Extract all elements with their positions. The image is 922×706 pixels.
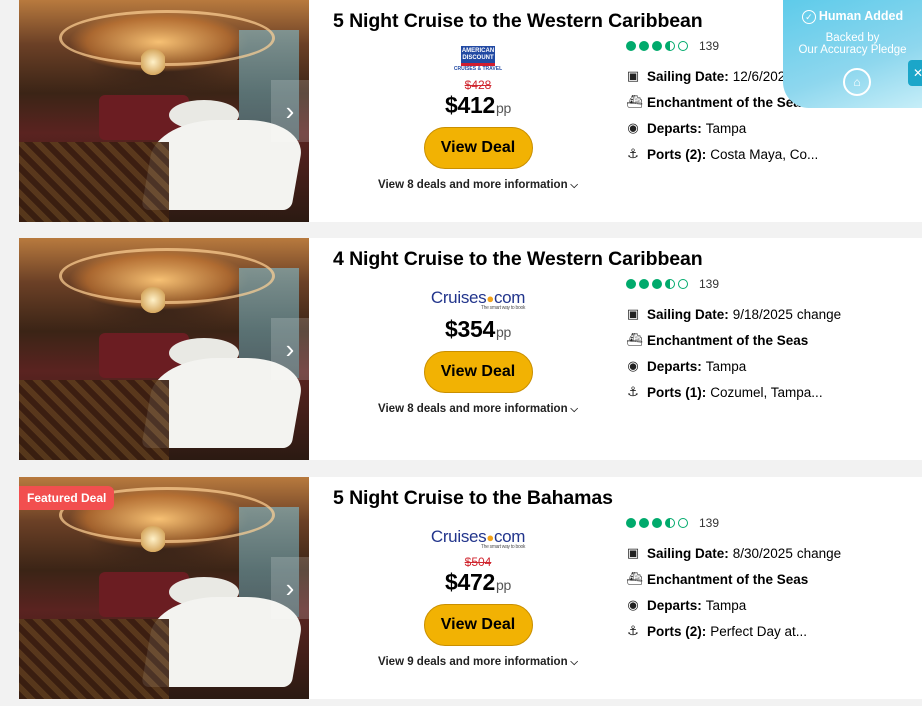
price: $354pp xyxy=(445,316,511,342)
anchor-icon: ⚓ xyxy=(627,384,639,399)
more-info-link[interactable]: View 8 deals and more information ⌵ xyxy=(369,403,587,415)
cruise-photo[interactable]: › Featured Deal xyxy=(19,477,309,699)
departs-row: ◉ Departs: Tampa xyxy=(627,120,747,136)
price: $472pp xyxy=(445,569,511,595)
location-pin-icon: ◉ xyxy=(627,597,639,612)
location-pin-icon: ◉ xyxy=(627,120,639,135)
departs-row: ◉ Departs: Tampa xyxy=(627,358,747,374)
cruise-photo[interactable]: › xyxy=(19,0,309,222)
chevron-down-icon: ⌵ xyxy=(567,404,578,415)
cruise-title[interactable]: 5 Night Cruise to the Western Caribbean xyxy=(333,10,703,33)
provider-logo: AMERICAN DISCOUNT CRUISES & TRAVEL xyxy=(453,46,503,72)
seal-icon: ⌂ xyxy=(843,68,871,96)
old-price: $428 xyxy=(464,78,492,92)
chevron-down-icon: ⌵ xyxy=(567,180,578,191)
price: $412pp xyxy=(445,92,511,118)
view-deal-button[interactable]: View Deal xyxy=(423,127,533,169)
featured-deal-badge: Featured Deal xyxy=(19,486,115,510)
more-info-link[interactable]: View 8 deals and more information ⌵ xyxy=(369,179,587,191)
more-info-link[interactable]: View 9 deals and more information ⌵ xyxy=(369,656,587,668)
ship-icon: ⛴ xyxy=(626,571,643,586)
calendar-icon: ▣ xyxy=(626,545,640,560)
location-pin-icon: ◉ xyxy=(627,358,639,373)
chevron-right-icon[interactable]: › xyxy=(271,557,309,619)
rating-count: 139 xyxy=(699,516,720,530)
cruise-title[interactable]: 5 Night Cruise to the Bahamas xyxy=(333,487,613,510)
ship-icon: ⛴ xyxy=(626,332,643,347)
close-icon[interactable]: ✕ xyxy=(908,60,922,86)
ship-row: ⛴ Enchantment of the Seas xyxy=(626,571,809,587)
departs-row: ◉ Departs: Tampa xyxy=(627,597,747,613)
rating-count: 139 xyxy=(699,277,720,291)
rating-bubbles[interactable]: 139 xyxy=(626,514,922,532)
chevron-right-icon[interactable]: › xyxy=(271,80,309,142)
ports-row: ⚓ Ports (2): Perfect Day at... xyxy=(627,623,808,639)
rating-bubbles[interactable]: 139 xyxy=(626,275,922,293)
cruise-card: › Featured Deal 5 Night Cruise to the Ba… xyxy=(19,477,922,699)
anchor-icon: ⚓ xyxy=(627,623,639,638)
old-price: $504 xyxy=(464,555,492,569)
chevron-down-icon: ⌵ xyxy=(567,657,578,668)
ship-icon: ⛴ xyxy=(626,94,643,109)
ports-row: ⚓ Ports (1): Cozumel, Tampa... xyxy=(627,384,823,400)
check-circle-icon: ✓ xyxy=(801,10,816,24)
cruise-card: › 4 Night Cruise to the Western Caribbea… xyxy=(19,238,922,460)
cruise-title[interactable]: 4 Night Cruise to the Western Caribbean xyxy=(333,248,703,271)
sailing-date-row: ▣ Sailing Date: 9/18/2025 change xyxy=(626,306,842,322)
rating-count: 139 xyxy=(699,39,720,53)
view-deal-button[interactable]: View Deal xyxy=(423,604,533,646)
ship-row: ⛴ Enchantment of the Seas xyxy=(626,332,809,348)
anchor-icon: ⚓ xyxy=(627,146,639,161)
ports-row: ⚓ Ports (2): Costa Maya, Co... xyxy=(627,146,819,162)
human-added-badge[interactable]: ✓ Human Added Backed by Our Accuracy Pledg… xyxy=(783,0,922,108)
view-deal-button[interactable]: View Deal xyxy=(423,351,533,393)
change-date-link[interactable]: change xyxy=(797,307,841,322)
calendar-icon: ▣ xyxy=(626,68,640,83)
provider-logo: Cruises●com The smart way to book xyxy=(430,287,526,311)
provider-logo: Cruises●com The smart way to book xyxy=(430,526,526,550)
change-date-link[interactable]: change xyxy=(797,546,841,561)
chevron-right-icon[interactable]: › xyxy=(271,318,309,380)
cruise-photo[interactable]: › xyxy=(19,238,309,460)
sailing-date-row: ▣ Sailing Date: 8/30/2025 change xyxy=(626,545,842,561)
calendar-icon: ▣ xyxy=(626,306,640,321)
